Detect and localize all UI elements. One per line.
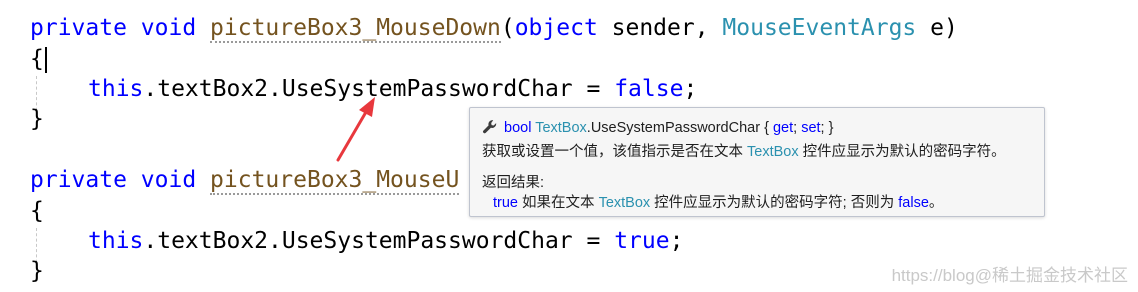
watermark: https://blog@稀土掘金技术社区 xyxy=(891,266,1128,285)
sig-type: bool xyxy=(504,120,532,136)
ret-mid2: 控件应显示为默认的密码字符; 否则为 xyxy=(650,195,899,211)
ret-mid: 如果在文本 xyxy=(518,195,599,211)
sig-class: TextBox xyxy=(535,120,587,136)
desc-class: TextBox xyxy=(747,144,799,160)
desc-prefix: 获取或设置一个值，该值指示是否在文本 xyxy=(482,144,748,160)
tooltip-signature: bool TextBox.UseSystemPasswordChar { get… xyxy=(482,119,833,136)
desc-suffix: 控件应显示为默认的密码字符。 xyxy=(798,144,1006,160)
sig-end: ; } xyxy=(820,120,834,136)
tooltip-returns-label: 返回结果: xyxy=(482,175,545,191)
sig-member: .UseSystemPasswordChar { xyxy=(586,120,773,136)
tooltip-description: 获取或设置一个值，该值指示是否在文本 TextBox 控件应显示为默认的密码字符… xyxy=(482,140,1006,161)
ret-false: false xyxy=(898,195,929,211)
wrench-icon xyxy=(483,120,497,134)
sig-sep: ; xyxy=(793,120,802,136)
ret-true: true xyxy=(493,195,518,211)
ret-end: 。 xyxy=(928,195,944,211)
sig-set: set xyxy=(801,120,821,136)
tooltip-returns: true 如果在文本 TextBox 控件应显示为默认的密码字符; 否则为 fa… xyxy=(493,191,943,212)
sig-get: get xyxy=(772,120,794,136)
ret-class: TextBox xyxy=(598,195,651,211)
quickinfo-tooltip: bool TextBox.UseSystemPasswordChar { get… xyxy=(469,107,1045,217)
